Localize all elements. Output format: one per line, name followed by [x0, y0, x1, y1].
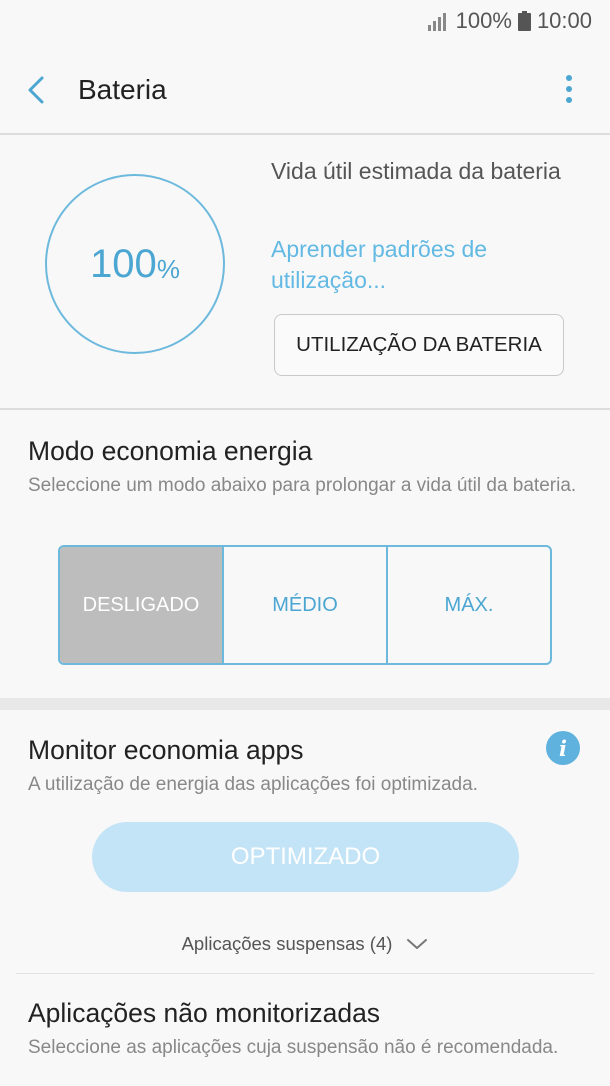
battery-percent-text: 100%: [455, 8, 512, 33]
unmonitored-apps-title[interactable]: Aplicações não monitorizadas: [28, 998, 380, 1029]
optimized-button[interactable]: OPTIMIZADO: [92, 822, 519, 892]
power-saving-description: Seleccione um modo abaixo para prolongar…: [28, 475, 577, 496]
app-monitor-description: A utilização de energia das aplicações f…: [28, 774, 478, 795]
battery-section-divider: [0, 408, 610, 410]
chevron-left-icon: [28, 76, 44, 104]
more-options-button[interactable]: [564, 74, 574, 104]
app-bar: Bateria: [0, 46, 610, 134]
suspended-apps-toggle[interactable]: Aplicações suspensas (4): [0, 928, 610, 960]
chevron-down-icon: [407, 939, 428, 949]
battery-level-unit: %: [156, 253, 180, 284]
list-divider: [16, 973, 594, 974]
power-saving-title: Modo economia energia: [28, 436, 313, 466]
battery-icon: [517, 11, 531, 31]
mode-mid-button[interactable]: MÉDIO: [222, 547, 386, 663]
clock-text: 10:00: [536, 8, 592, 33]
section-divider: [0, 698, 610, 710]
header-divider: [0, 133, 610, 135]
battery-level-circle: 100%: [45, 174, 225, 354]
more-vert-icon: [566, 75, 572, 103]
signal-icon: [427, 11, 450, 31]
back-button[interactable]: [24, 72, 52, 108]
learn-usage-link[interactable]: Aprender padrões de utilização...: [271, 234, 581, 296]
unmonitored-apps-description: Seleccione as aplicações cuja suspensão …: [28, 1037, 559, 1058]
info-icon[interactable]: i: [546, 731, 580, 765]
mode-max-button[interactable]: MÁX.: [386, 547, 550, 663]
suspended-apps-label: Aplicações suspensas (4): [181, 933, 393, 954]
power-mode-selector: DESLIGADO MÉDIO MÁX.: [58, 545, 552, 665]
page-title: Bateria: [78, 74, 167, 105]
status-bar: 100% 10:00: [0, 0, 610, 42]
mode-off-button[interactable]: DESLIGADO: [60, 547, 222, 663]
battery-usage-button[interactable]: UTILIZAÇÃO DA BATERIA: [274, 314, 564, 376]
battery-level-value: 100: [90, 241, 157, 286]
app-monitor-title: Monitor economia apps: [28, 735, 304, 765]
estimated-life-label: Vida útil estimada da bateria: [271, 158, 561, 184]
